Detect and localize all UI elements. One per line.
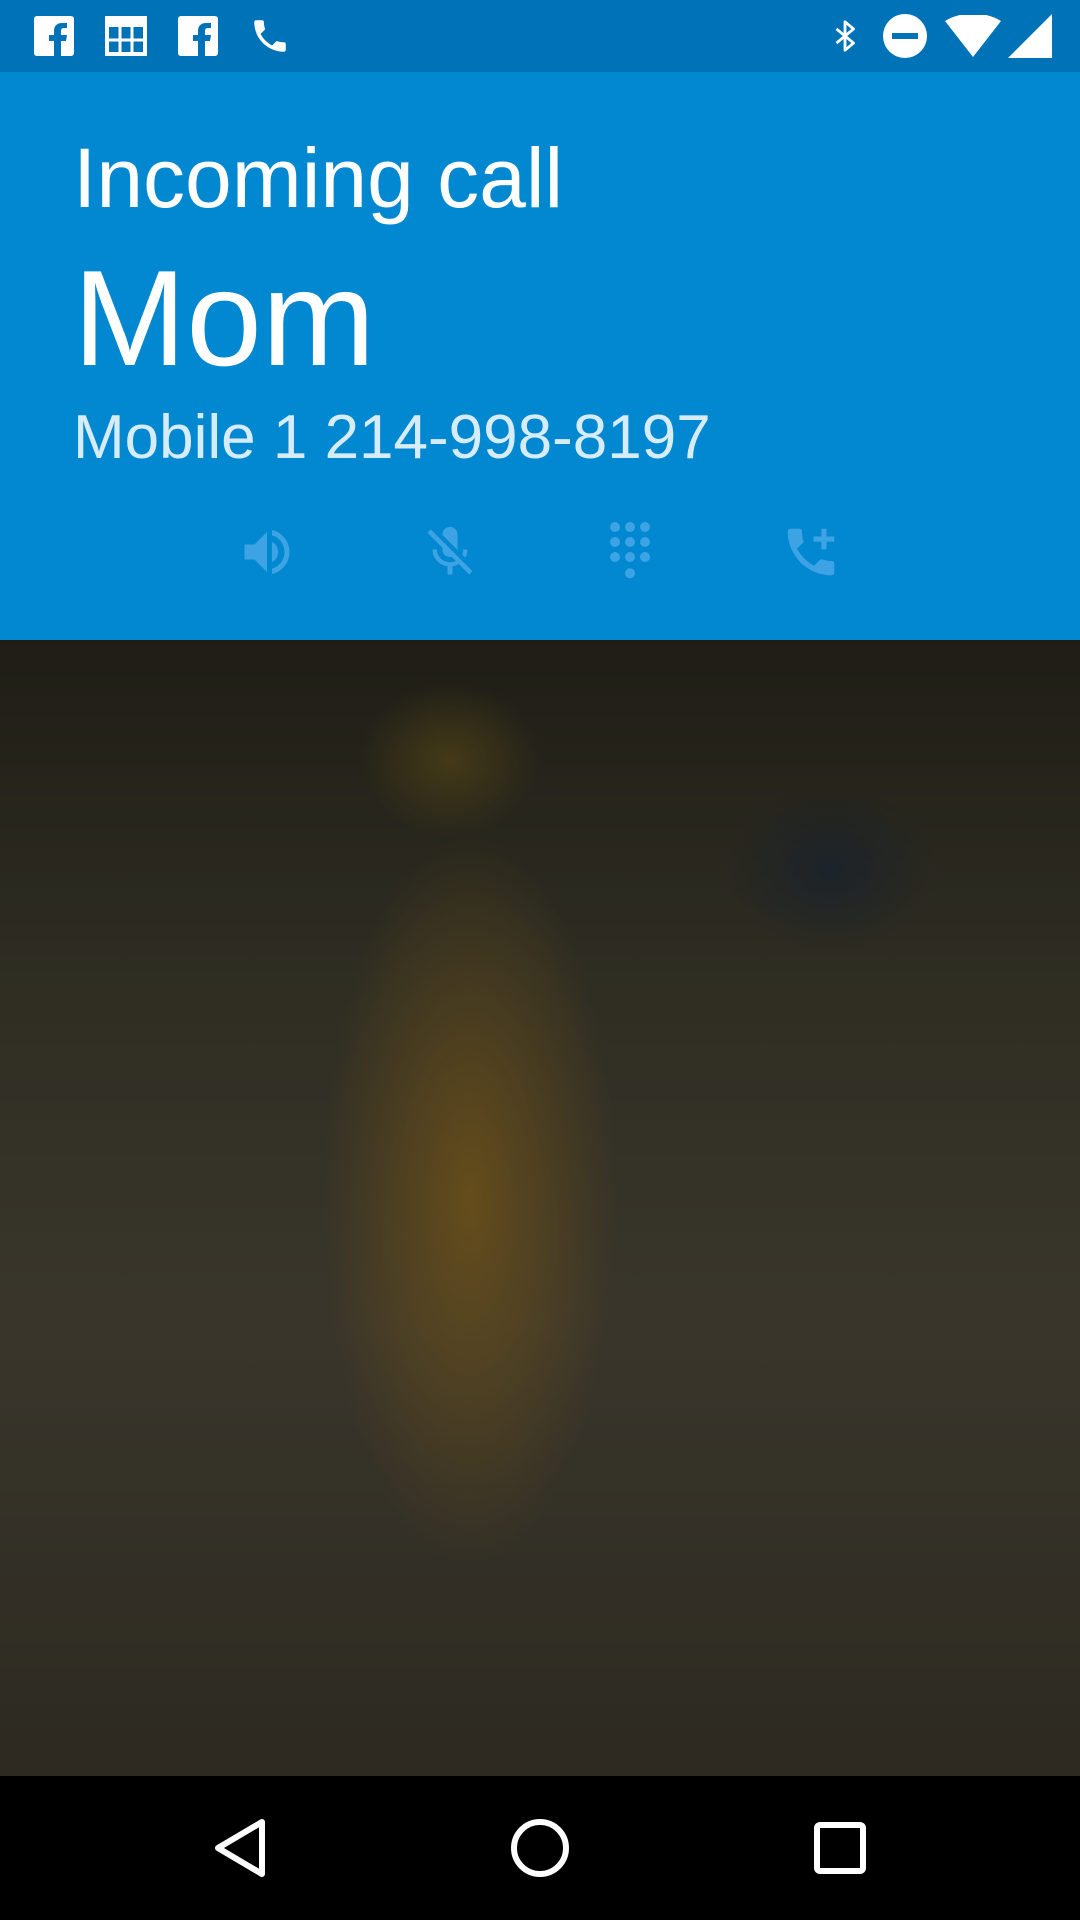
mute-icon (427, 527, 473, 575)
recents-icon (814, 1822, 866, 1874)
caller-number: Mobile 1 214-998-8197 (73, 407, 711, 463)
navigation-bar (0, 1776, 1080, 1920)
photo-overlay (0, 640, 1080, 1776)
add-call-icon (787, 528, 835, 576)
facebook-icon (174, 0, 222, 72)
status-bar (0, 0, 1080, 72)
do-not-disturb-icon (880, 0, 930, 72)
back-button[interactable] (190, 1798, 290, 1898)
home-button[interactable] (490, 1798, 590, 1898)
dialpad-icon (610, 522, 650, 579)
bluetooth-icon (820, 0, 870, 72)
facebook-icon (30, 0, 78, 72)
speaker-button[interactable] (222, 507, 312, 597)
speaker-icon (244, 530, 290, 574)
wifi-icon (945, 0, 1001, 72)
cell-signal-icon (1005, 0, 1055, 72)
call-state-label: Incoming call (73, 131, 564, 225)
phone-icon (246, 0, 294, 72)
contact-photo (0, 640, 1080, 1776)
back-icon (215, 1819, 265, 1877)
caller-number-container: Mobile 1 214-998-8197 (73, 407, 973, 463)
caller-name: Mom (73, 242, 376, 394)
dialpad-button[interactable] (585, 507, 675, 597)
add-call-button[interactable] (766, 507, 856, 597)
mute-button[interactable] (405, 507, 495, 597)
recents-button[interactable] (790, 1798, 890, 1898)
call-info-header: Incoming call Mom Mobile 1 214-998-8197 (0, 72, 1080, 640)
home-icon (511, 1819, 569, 1877)
calendar-icon (102, 0, 150, 72)
